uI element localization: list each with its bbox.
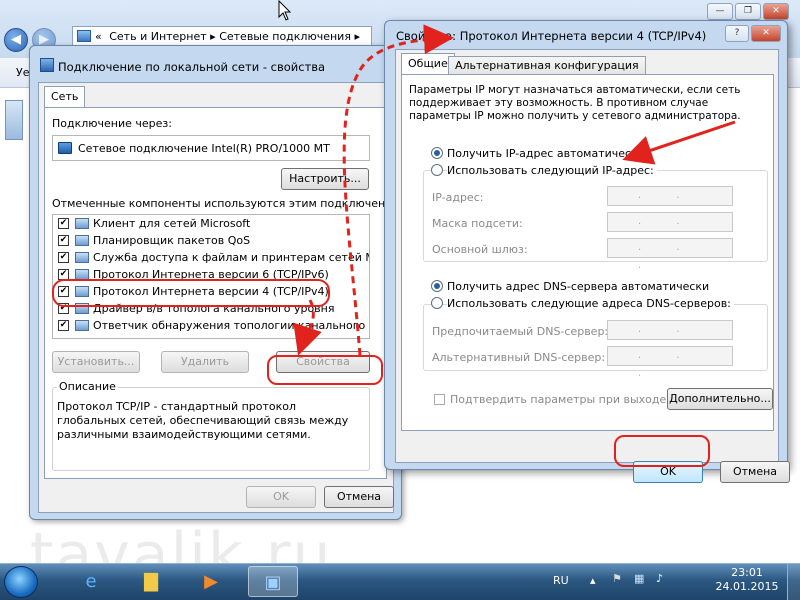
language-indicator[interactable]: RU xyxy=(553,574,569,587)
action-center-flag-icon[interactable]: ⚑ xyxy=(612,572,622,585)
arrow-to-ipv4-dialog xyxy=(342,24,454,356)
clock-time: 23:01 xyxy=(731,566,763,579)
clock[interactable]: 23:01 24.01.2015 xyxy=(714,566,780,596)
internet-explorer-icon[interactable]: e xyxy=(66,566,116,597)
windows-start-icon[interactable] xyxy=(4,566,38,598)
network-tray-icon[interactable]: ▦ xyxy=(634,572,644,585)
taskbar xyxy=(0,563,800,600)
media-player-icon[interactable]: ▶ xyxy=(186,566,236,597)
arrow-to-ip-auto xyxy=(622,120,736,165)
annotation-arrows xyxy=(293,24,736,356)
folder-icon[interactable]: ▇ xyxy=(126,566,176,597)
tray-arrow-icon[interactable]: ▴ xyxy=(590,574,596,587)
mouse-cursor-icon xyxy=(278,0,292,21)
arrow-to-properties xyxy=(293,299,322,356)
network-connections-taskbar-icon[interactable]: ▣ xyxy=(248,566,298,597)
show-desktop-button[interactable] xyxy=(787,564,800,600)
clock-date: 24.01.2015 xyxy=(715,580,779,593)
volume-icon[interactable]: ♪ xyxy=(656,572,663,585)
